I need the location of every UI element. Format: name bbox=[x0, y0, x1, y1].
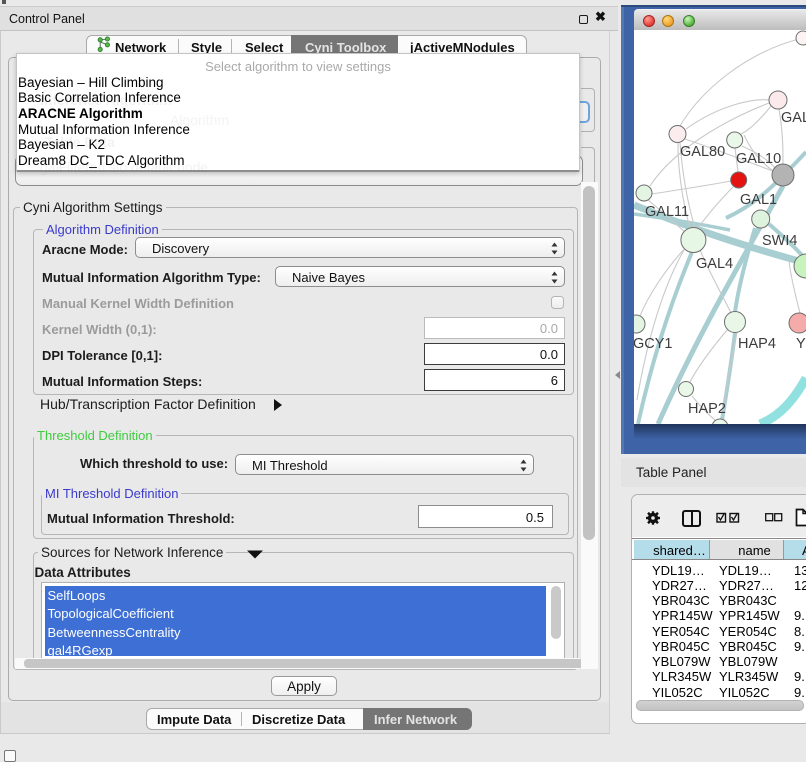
svg-text:GCY1: GCY1 bbox=[634, 336, 673, 352]
svg-text:GAL1: GAL1 bbox=[740, 192, 777, 208]
svg-text:GAL80: GAL80 bbox=[680, 144, 725, 160]
svg-text:GAL11: GAL11 bbox=[645, 204, 689, 220]
svg-text:HAP4: HAP4 bbox=[738, 336, 776, 352]
svg-text:HAP2: HAP2 bbox=[688, 401, 726, 417]
svg-text:SWI4: SWI4 bbox=[762, 233, 797, 249]
svg-text:Y: Y bbox=[796, 336, 806, 352]
svg-text:GAL10: GAL10 bbox=[736, 151, 781, 167]
svg-text:GAL: GAL bbox=[781, 110, 806, 126]
svg-text:GAL4: GAL4 bbox=[696, 256, 733, 272]
